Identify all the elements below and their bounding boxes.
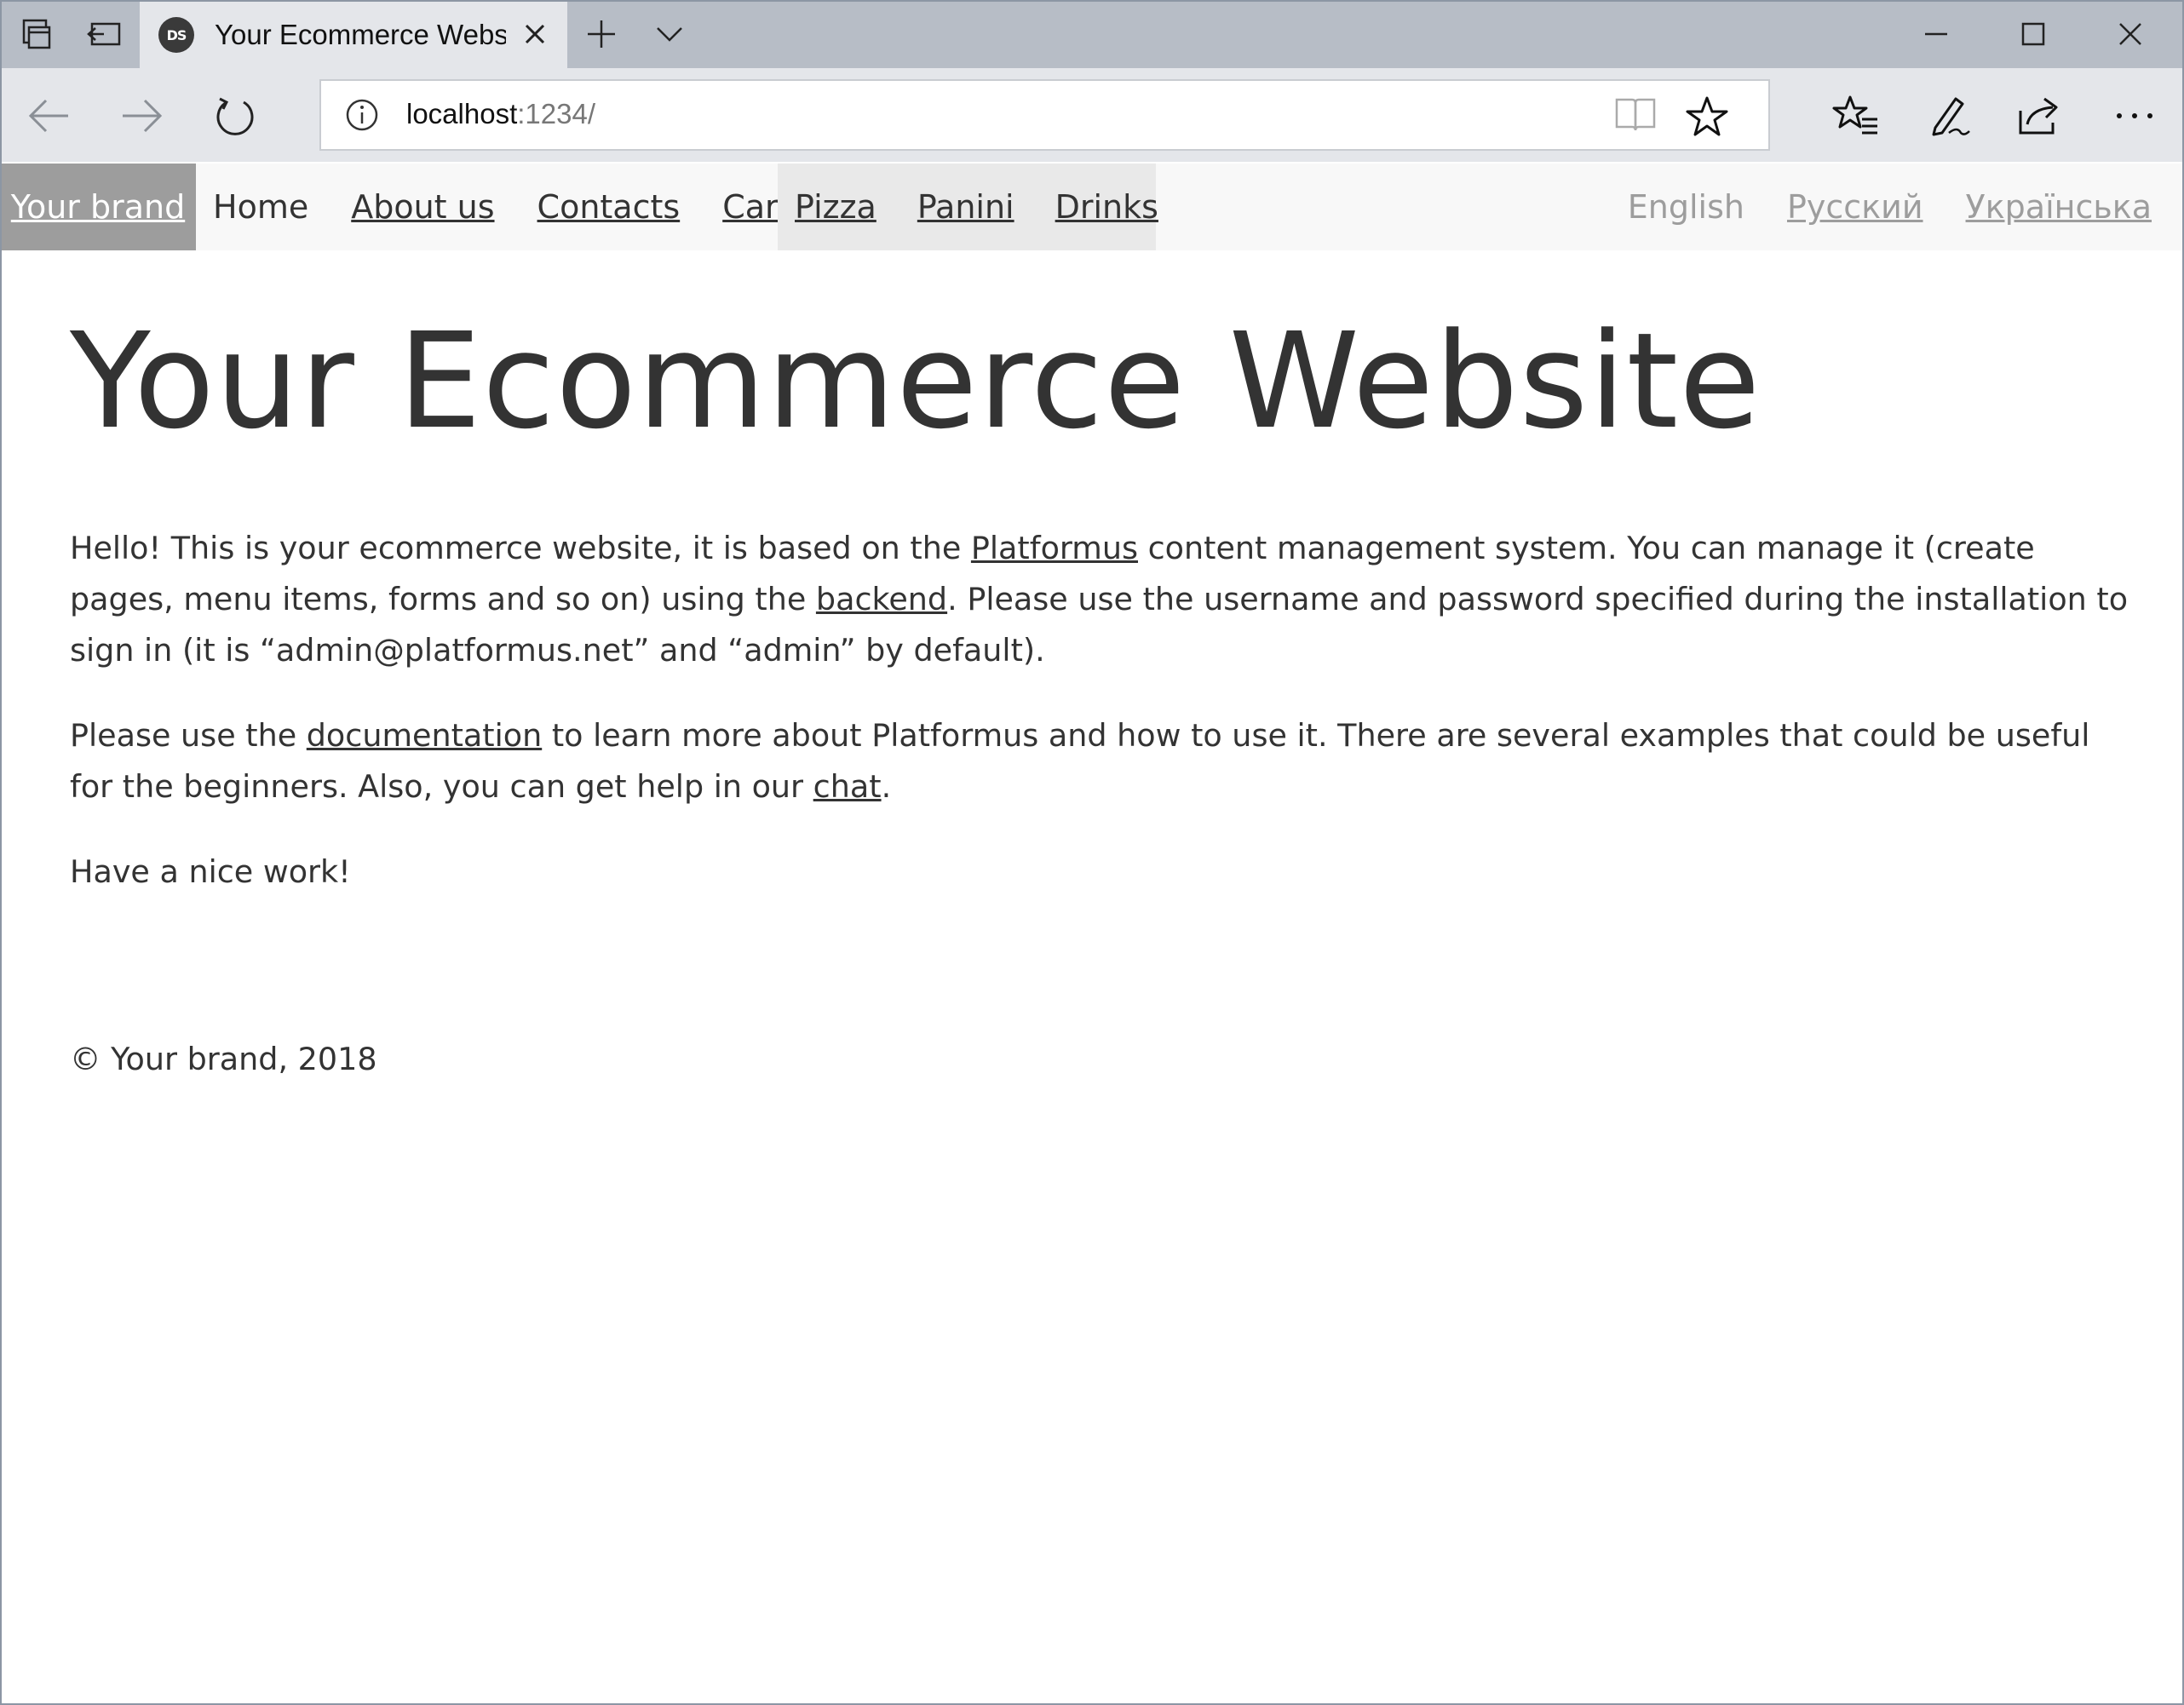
window-border: [0, 0, 2184, 1705]
